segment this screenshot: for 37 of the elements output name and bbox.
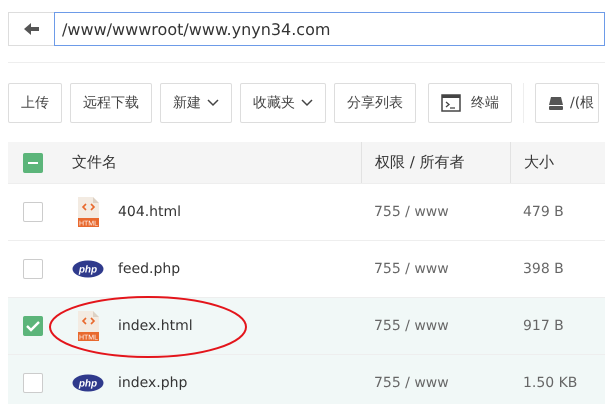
toolbar-button[interactable]: 收藏夹 <box>240 83 326 123</box>
php-icon: php <box>72 260 104 278</box>
toolbar-button[interactable]: 终端 <box>428 83 512 123</box>
row-checkbox[interactable] <box>23 373 43 393</box>
file-row[interactable]: php index.php 755 / www 1.50 KB <box>8 355 605 404</box>
back-button[interactable] <box>8 12 54 46</box>
file-size: 1.50 KB <box>523 375 578 391</box>
file-name[interactable]: index.php <box>118 375 188 391</box>
toolbar-button[interactable]: 新建 <box>160 83 232 123</box>
file-name[interactable]: 404.html <box>118 204 182 220</box>
file-size: 917 B <box>523 318 564 334</box>
permission-text: 755 / www <box>374 261 449 277</box>
caret-icon <box>301 99 313 107</box>
column-header[interactable]: 文件名 <box>72 153 117 172</box>
caret-icon <box>207 99 219 107</box>
select-all-checkbox[interactable] <box>23 152 43 172</box>
file-size: 479 B <box>523 204 564 220</box>
toolbar-button[interactable]: 远程下载 <box>70 83 152 123</box>
row-checkbox[interactable] <box>23 259 43 279</box>
column-header[interactable]: 权限 / 所有者 <box>375 153 465 172</box>
drive-icon <box>548 95 564 111</box>
toolbar-button[interactable]: 分享列表 <box>334 83 416 123</box>
permission-text: 755 / www <box>374 204 449 220</box>
permission-text: 755 / www <box>374 318 449 334</box>
php-icon: php <box>72 374 104 392</box>
path-field[interactable]: /www/wwwroot/www.ynyn34.com <box>54 12 605 46</box>
row-checkbox[interactable] <box>23 202 43 222</box>
file-size: 398 B <box>523 261 564 277</box>
permission-text: 755 / www <box>374 375 449 391</box>
row-checkbox[interactable] <box>23 316 43 336</box>
column-header[interactable]: 大小 <box>524 153 554 172</box>
file-name[interactable]: feed.php <box>118 261 180 277</box>
back-arrow-icon <box>24 22 40 36</box>
toolbar-button[interactable]: /(根 <box>535 83 600 123</box>
terminal-icon <box>441 94 461 112</box>
toolbar-button[interactable]: 上传 <box>8 83 62 123</box>
file-name[interactable]: index.html <box>118 318 193 334</box>
